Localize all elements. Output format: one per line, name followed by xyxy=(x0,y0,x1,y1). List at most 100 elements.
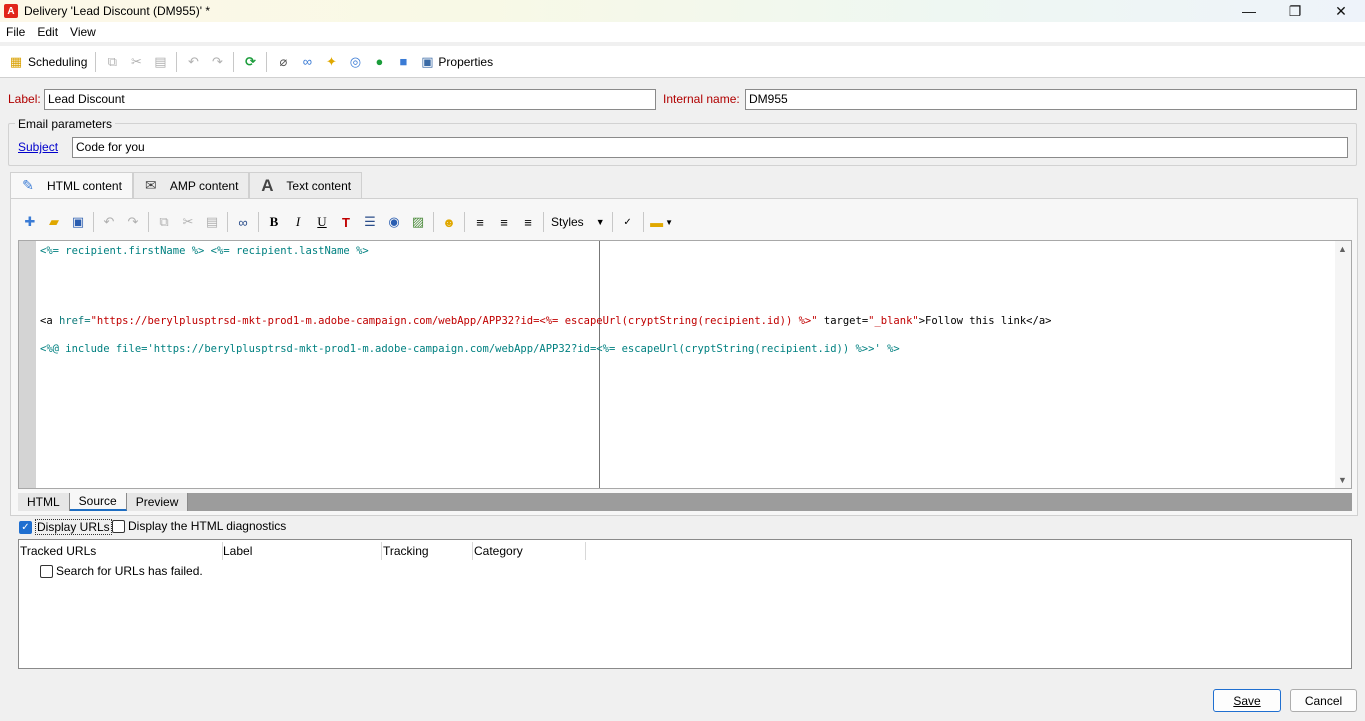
underline-button[interactable]: U xyxy=(310,211,334,233)
menu-edit[interactable]: Edit xyxy=(31,25,64,39)
html-diagnostics-checkbox[interactable] xyxy=(112,519,125,533)
editor-paste-button[interactable]: ▤ xyxy=(200,211,224,233)
tab-text-content[interactable]: A Text content xyxy=(249,172,363,198)
column-divider[interactable] xyxy=(585,542,586,560)
amp-content-icon: ✉ xyxy=(145,177,157,193)
copy-button[interactable]: ⧉ xyxy=(100,50,124,74)
column-header-tracked-urls[interactable]: Tracked URLs xyxy=(20,544,96,558)
undo-button[interactable]: ↶ xyxy=(181,50,205,74)
proof-icon: ■ xyxy=(399,54,408,69)
internal-name-input[interactable]: DM955 xyxy=(745,89,1357,110)
align-right-icon: ≡ xyxy=(524,214,532,230)
bullet-list-icon: ☰ xyxy=(364,214,376,229)
italic-icon: I xyxy=(295,214,301,229)
paste-button[interactable]: ▤ xyxy=(148,50,172,74)
properties-label: Properties xyxy=(438,54,494,69)
paperclip-icon: ⌀ xyxy=(279,53,288,69)
open-button[interactable]: ▰ xyxy=(42,211,66,233)
tab-amp-content[interactable]: ✉ AMP content xyxy=(132,172,250,198)
copy-icon: ⧉ xyxy=(159,214,169,229)
image-icon: ▨ xyxy=(411,214,425,229)
align-center-button[interactable]: ≡ xyxy=(492,211,516,233)
html-diagnostics-option[interactable]: Display the HTML diagnostics xyxy=(112,519,286,533)
text-color-button[interactable]: T xyxy=(334,211,358,233)
editor-separator xyxy=(227,212,228,232)
bold-button[interactable]: B xyxy=(262,211,286,233)
insert-link-button[interactable]: ◉ xyxy=(382,211,406,233)
toolbar-separator xyxy=(176,51,178,72)
save-document-button[interactable]: ▣ xyxy=(66,211,90,233)
align-left-button[interactable]: ≡ xyxy=(468,211,492,233)
styles-dropdown[interactable]: Styles ▼ xyxy=(547,211,609,233)
close-button[interactable]: ✕ xyxy=(1318,0,1364,22)
code-line[interactable]: <%@ include file='https://berylplusptrsd… xyxy=(40,343,900,355)
insert-image-button[interactable]: ▨ xyxy=(406,211,430,233)
column-header-tracking[interactable]: Tracking xyxy=(383,544,429,558)
column-header-label[interactable]: Label xyxy=(223,544,252,558)
personalization-button[interactable]: ▬ ▼ xyxy=(647,211,677,233)
align-right-button[interactable]: ≡ xyxy=(516,211,540,233)
code-line[interactable]: <a href="https://berylplusptrsd-mkt-prod… xyxy=(40,315,1051,327)
scroll-down-icon[interactable]: ▼ xyxy=(1338,475,1347,485)
minimize-button[interactable]: — xyxy=(1226,0,1272,22)
tab-source[interactable]: Source xyxy=(69,493,127,511)
italic-button[interactable]: I xyxy=(286,211,310,233)
cut-button[interactable]: ✂ xyxy=(124,50,148,74)
source-code-editor[interactable]: <%= recipient.firstName %> <%= recipient… xyxy=(18,240,1352,489)
url-row-checkbox[interactable] xyxy=(40,564,53,578)
menu-file[interactable]: File xyxy=(0,25,31,39)
display-urls-label: Display URLs xyxy=(35,519,112,535)
tab-preview[interactable]: Preview xyxy=(126,493,189,511)
email-parameters-title: Email parameters xyxy=(15,117,116,131)
cancel-button[interactable]: Cancel xyxy=(1290,689,1357,712)
maximize-button[interactable]: ❐ xyxy=(1272,0,1318,22)
code-line[interactable]: <%= recipient.firstName %> <%= recipient… xyxy=(40,245,369,257)
column-divider[interactable] xyxy=(472,542,473,560)
display-urls-checkbox[interactable]: ✓ xyxy=(19,520,32,534)
scheduling-button[interactable]: ▦ Scheduling xyxy=(4,50,91,74)
find-button[interactable]: ∞ xyxy=(231,211,255,233)
scroll-up-icon[interactable]: ▲ xyxy=(1338,244,1347,254)
tab-html-content[interactable]: ✎ HTML content xyxy=(10,172,133,198)
undo-icon: ↶ xyxy=(187,53,199,69)
smiley-icon: ☻ xyxy=(442,214,456,230)
code-token: "https://berylplusptrsd-mkt-prod1-m.adob… xyxy=(90,315,818,327)
code-token: <a xyxy=(40,315,59,327)
code-token: target= xyxy=(817,315,869,327)
menu-view[interactable]: View xyxy=(64,25,102,39)
subject-input[interactable]: Code for you xyxy=(72,137,1348,158)
editor-redo-button[interactable]: ↷ xyxy=(121,211,145,233)
editor-separator xyxy=(543,212,544,232)
links-button[interactable]: ∞ xyxy=(295,50,319,74)
spellcheck-button[interactable]: ✓ xyxy=(616,211,640,233)
editor-copy-button[interactable]: ⧉ xyxy=(152,211,176,233)
editor-cut-button[interactable]: ✂ xyxy=(176,211,200,233)
vertical-scrollbar[interactable]: ▲ ▼ xyxy=(1335,241,1351,488)
label-input[interactable]: Lead Discount xyxy=(44,89,656,110)
editor-undo-button[interactable]: ↶ xyxy=(97,211,121,233)
emoji-button[interactable]: ☻ xyxy=(437,211,461,233)
code-split-divider[interactable] xyxy=(599,241,600,488)
new-document-icon: ✚ xyxy=(24,214,36,229)
redo-button[interactable]: ↷ xyxy=(205,50,229,74)
bullet-list-button[interactable]: ☰ xyxy=(358,211,382,233)
properties-button[interactable]: ▣ Properties xyxy=(415,50,497,74)
cancel-button-label: Cancel xyxy=(1304,693,1343,708)
attachment-button[interactable]: ⌀ xyxy=(271,50,295,74)
adobe-campaign-logo: A xyxy=(4,4,18,18)
save-button[interactable]: Save xyxy=(1213,689,1281,712)
target-button[interactable]: ◎ xyxy=(343,50,367,74)
column-header-category[interactable]: Category xyxy=(474,544,523,558)
subject-link[interactable]: Subject xyxy=(18,140,58,154)
paste-icon: ▤ xyxy=(205,214,219,229)
proof-button[interactable]: ■ xyxy=(391,50,415,74)
refresh-button[interactable]: ⟳ xyxy=(238,50,262,74)
binoculars-icon: ∞ xyxy=(238,214,248,230)
display-urls-option[interactable]: ✓ Display URLs xyxy=(19,519,112,535)
approval-button[interactable]: ● xyxy=(367,50,391,74)
target-icon: ◎ xyxy=(349,53,362,69)
offers-button[interactable]: ✦ xyxy=(319,50,343,74)
new-document-button[interactable]: ✚ xyxy=(18,211,42,233)
tab-html[interactable]: HTML xyxy=(18,493,70,511)
column-divider[interactable] xyxy=(381,542,382,560)
